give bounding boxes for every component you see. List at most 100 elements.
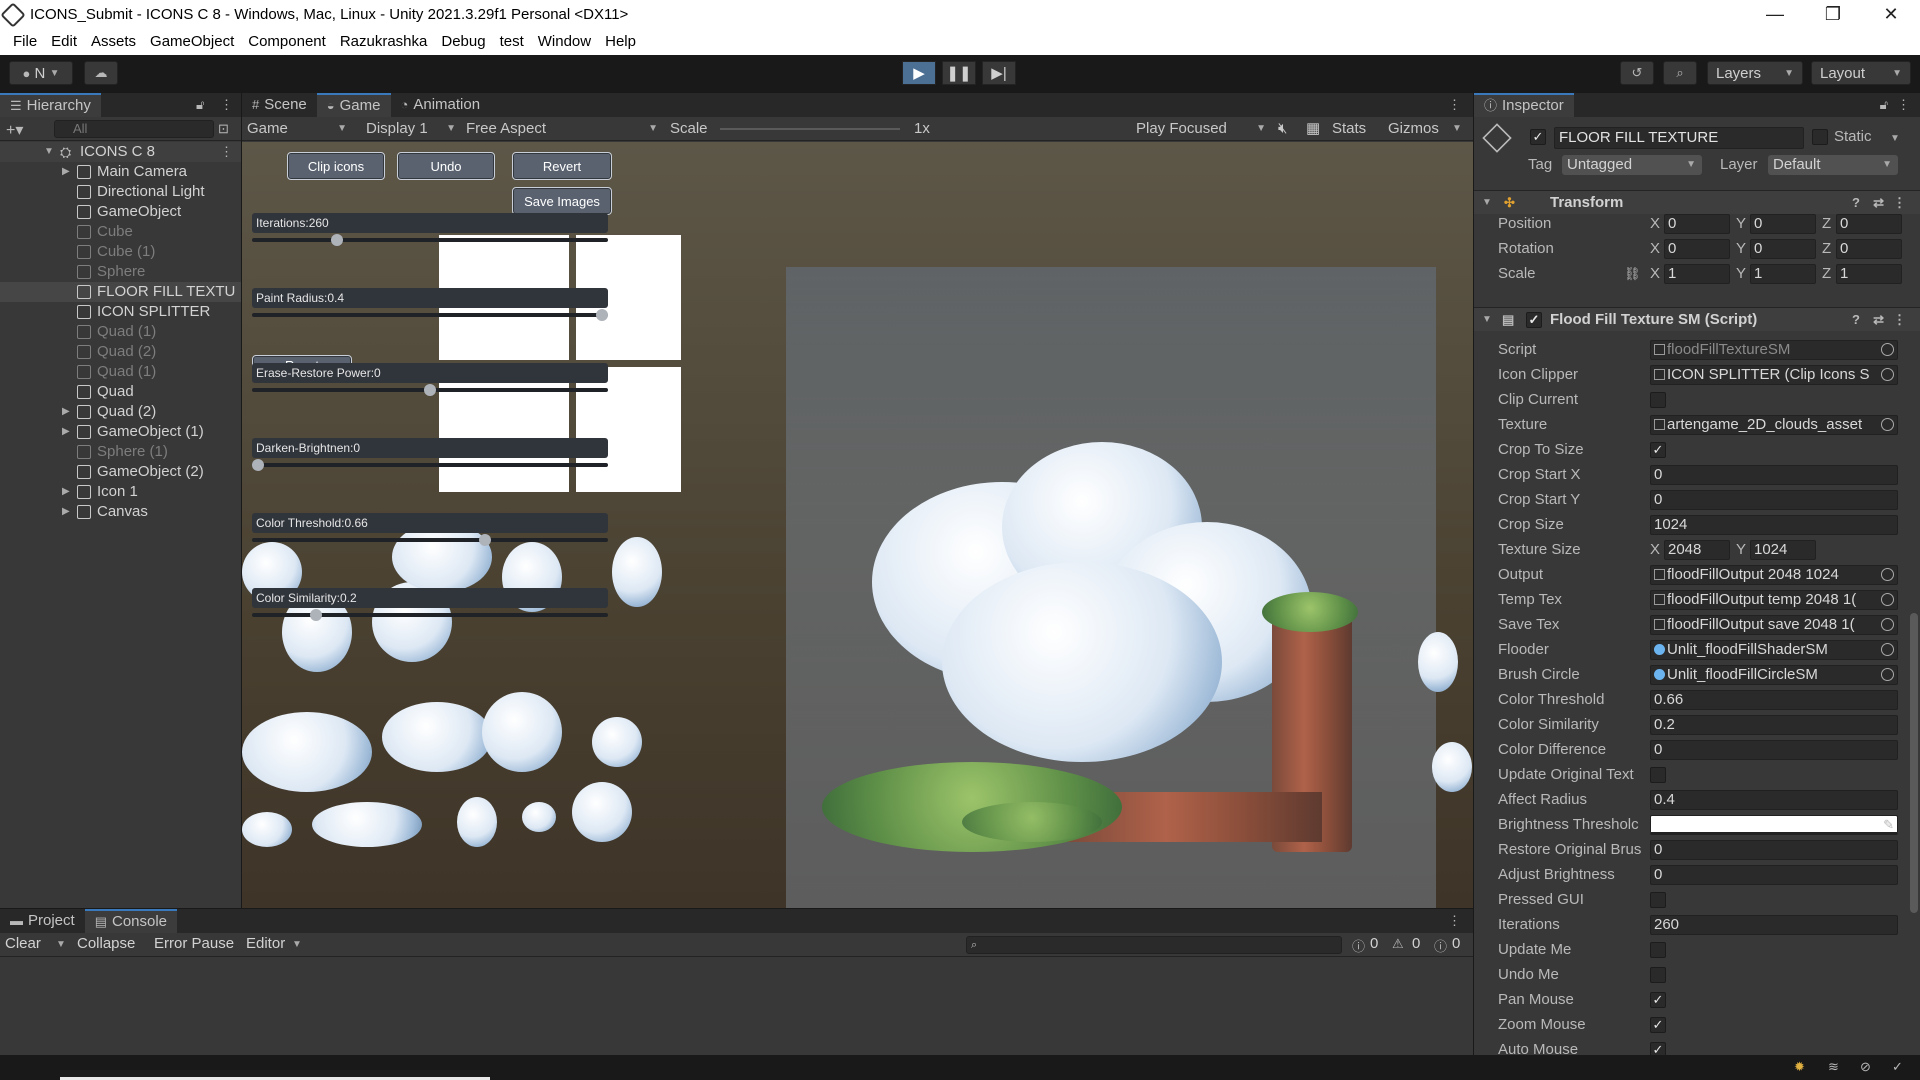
object-field[interactable]: Unlit_floodFillShaderSM: [1650, 640, 1898, 660]
close-button[interactable]: ✕: [1862, 0, 1920, 29]
object-picker-icon[interactable]: [1881, 668, 1894, 681]
inspector-scrollbar[interactable]: [1910, 613, 1918, 913]
play-button[interactable]: ▶: [902, 61, 936, 85]
more-options-icon[interactable]: ⋮: [1448, 913, 1461, 929]
text-field[interactable]: 0.2: [1650, 715, 1898, 735]
gui-slider[interactable]: [252, 609, 608, 621]
texture-size-y-input[interactable]: 1024: [1750, 540, 1816, 560]
position-y-input[interactable]: 0: [1750, 214, 1816, 234]
menu-edit[interactable]: Edit: [44, 29, 84, 55]
field-checkbox[interactable]: [1650, 392, 1666, 408]
hierarchy-item[interactable]: GameObject (2): [0, 462, 241, 482]
menu-gameobject[interactable]: GameObject: [143, 29, 241, 55]
tab-hierarchy[interactable]: ☰ Hierarchy: [0, 93, 101, 117]
log-count[interactable]: 0: [1370, 935, 1378, 952]
scale-slider[interactable]: [720, 128, 900, 130]
expand-arrow-icon[interactable]: ▶: [62, 502, 70, 522]
chevron-down-icon[interactable]: ▼: [1890, 133, 1900, 144]
tab-scene[interactable]: # Scene: [242, 93, 317, 117]
object-field[interactable]: artengame_2D_clouds_asset: [1650, 415, 1898, 435]
expand-arrow-icon[interactable]: ▶: [62, 402, 70, 422]
hierarchy-item[interactable]: Quad (1): [0, 362, 241, 382]
script-component-header[interactable]: ▼ ▤ ✓ Flood Fill Texture SM (Script) ? ⇄…: [1474, 307, 1920, 331]
console-search-input[interactable]: ⌕: [966, 936, 1342, 954]
hierarchy-item[interactable]: ▶ Canvas: [0, 502, 241, 522]
game-mode-dropdown[interactable]: Game ▼: [247, 119, 347, 139]
hierarchy-item[interactable]: GameObject: [0, 202, 241, 222]
more-options-icon[interactable]: ⋮: [1893, 308, 1906, 332]
scale-x-input[interactable]: 1: [1664, 264, 1730, 284]
hierarchy-item[interactable]: Cube: [0, 222, 241, 242]
position-x-input[interactable]: 0: [1664, 214, 1730, 234]
rotation-x-input[interactable]: 0: [1664, 239, 1730, 259]
position-z-input[interactable]: 0: [1836, 214, 1902, 234]
chevron-down-icon[interactable]: ▼: [292, 939, 302, 950]
stats-button[interactable]: Stats: [1332, 119, 1366, 139]
revert-button[interactable]: Revert: [512, 152, 612, 180]
object-picker-icon[interactable]: [1881, 643, 1894, 656]
layer-dropdown[interactable]: Default ▼: [1768, 155, 1898, 175]
hierarchy-item[interactable]: Cube (1): [0, 242, 241, 262]
object-field[interactable]: ICON SPLITTER (Clip Icons S: [1650, 365, 1898, 385]
field-checkbox[interactable]: ✓: [1650, 442, 1666, 458]
object-name-input[interactable]: FLOOR FILL TEXTURE: [1554, 127, 1804, 149]
minimize-button[interactable]: —: [1746, 0, 1804, 29]
hierarchy-item[interactable]: ▶ Main Camera: [0, 162, 241, 182]
field-checkbox[interactable]: [1650, 892, 1666, 908]
maximize-button[interactable]: ❐: [1804, 0, 1862, 29]
scale-z-input[interactable]: 1: [1836, 264, 1902, 284]
object-picker-icon[interactable]: [1881, 343, 1894, 356]
save-images-button[interactable]: Save Images: [512, 187, 612, 215]
chevron-down-icon[interactable]: ▼: [1452, 119, 1462, 139]
warning-count[interactable]: 0: [1412, 935, 1420, 952]
field-checkbox[interactable]: [1650, 767, 1666, 783]
object-picker-icon[interactable]: [1881, 418, 1894, 431]
scene-row[interactable]: ▼ ⛭ ICONS C 8 ⋮: [0, 142, 241, 162]
layout-dropdown[interactable]: Layout ▼: [1811, 61, 1911, 85]
add-icon[interactable]: +▾: [6, 120, 23, 140]
hierarchy-item[interactable]: Directional Light: [0, 182, 241, 202]
object-field[interactable]: floodFillOutput save 2048 1(: [1650, 615, 1898, 635]
slider-knob[interactable]: [252, 459, 264, 471]
tag-dropdown[interactable]: Untagged ▼: [1562, 155, 1702, 175]
more-options-icon[interactable]: ⋮: [220, 97, 233, 113]
static-checkbox[interactable]: [1812, 129, 1828, 145]
object-picker-icon[interactable]: [1881, 618, 1894, 631]
object-field[interactable]: floodFillTextureSM: [1650, 340, 1898, 360]
text-field[interactable]: 0.4: [1650, 790, 1898, 810]
cloud-button[interactable]: ☁: [84, 61, 118, 85]
game-canvas[interactable]: Clip icons Undo Revert Save Images Reset…: [242, 142, 1473, 908]
color-field[interactable]: [1650, 815, 1898, 835]
gui-slider[interactable]: [252, 459, 608, 471]
clear-button[interactable]: Clear: [5, 935, 41, 952]
pause-button[interactable]: ❚❚: [942, 61, 976, 85]
gui-slider[interactable]: [252, 534, 608, 546]
account-dropdown[interactable]: ● N ▼: [9, 61, 73, 85]
menu-assets[interactable]: Assets: [84, 29, 143, 55]
gui-slider[interactable]: [252, 234, 608, 246]
undo-button[interactable]: Undo: [397, 152, 495, 180]
hierarchy-item[interactable]: ▶ Quad (2): [0, 402, 241, 422]
expand-arrow-icon[interactable]: ▼: [1482, 308, 1492, 332]
field-checkbox[interactable]: ✓: [1650, 1017, 1666, 1033]
hierarchy-item[interactable]: Quad: [0, 382, 241, 402]
object-field[interactable]: Unlit_floodFillCircleSM: [1650, 665, 1898, 685]
lock-icon[interactable]: 🔓︎: [1880, 97, 1888, 113]
text-field[interactable]: 1024: [1650, 515, 1898, 535]
menu-component[interactable]: Component: [241, 29, 333, 55]
active-checkbox[interactable]: ✓: [1530, 129, 1546, 145]
expand-arrow-icon[interactable]: ▶: [62, 422, 70, 442]
mute-audio-icon[interactable]: 🔇︎: [1278, 119, 1287, 139]
field-checkbox[interactable]: [1650, 942, 1666, 958]
text-field[interactable]: 0: [1650, 465, 1898, 485]
slider-knob[interactable]: [596, 309, 608, 321]
display-dropdown[interactable]: Display 1 ▼: [366, 119, 456, 139]
slider-knob[interactable]: [479, 534, 492, 546]
more-options-icon[interactable]: ⋮: [1897, 97, 1910, 113]
scale-y-input[interactable]: 1: [1750, 264, 1816, 284]
object-picker-icon[interactable]: [1881, 593, 1894, 606]
menu-window[interactable]: Window: [531, 29, 598, 55]
error-count[interactable]: 0: [1452, 935, 1460, 952]
more-options-icon[interactable]: ⋮: [1448, 97, 1461, 113]
text-field[interactable]: 0: [1650, 865, 1898, 885]
